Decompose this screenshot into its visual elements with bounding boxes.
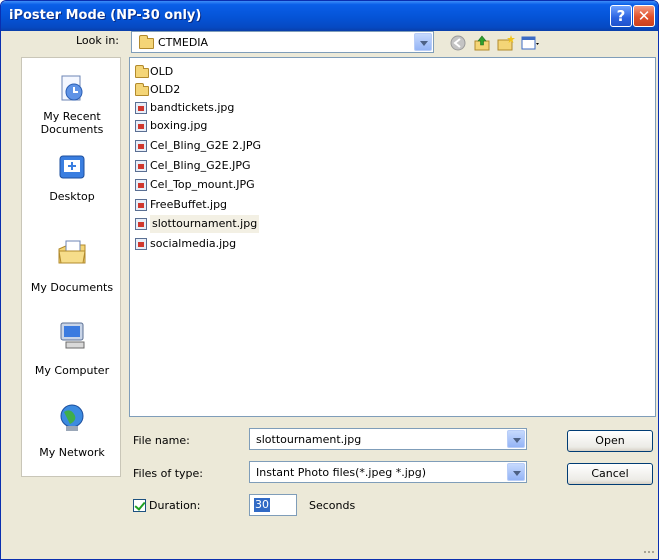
file-name: OLD — [150, 65, 174, 78]
file-open-dialog: iPoster Mode (NP-30 only) ? ✕ Look in: C… — [0, 0, 659, 560]
image-file-icon — [135, 102, 147, 114]
file-name-field[interactable]: slottournament.jpg — [249, 428, 527, 450]
new-folder-icon[interactable] — [497, 34, 515, 52]
place-label: My Documents — [30, 281, 114, 294]
open-button[interactable]: Open — [567, 430, 653, 452]
place-label: Desktop — [49, 190, 95, 203]
places-bar: My Recent Documents Desktop My Documents — [21, 57, 121, 477]
file-name: Cel_Bling_G2E 2.JPG — [150, 139, 261, 152]
place-my-recent-documents[interactable]: My Recent Documents — [22, 68, 122, 148]
files-of-type-dropdown[interactable]: Instant Photo files(*.jpeg *.jpg) — [249, 461, 527, 483]
chevron-down-icon[interactable] — [507, 463, 525, 481]
file-name: Cel_Bling_G2E.JPG — [150, 159, 251, 172]
image-file-icon — [135, 218, 147, 230]
my-documents-icon — [58, 240, 86, 264]
look-in-value: CTMEDIA — [158, 36, 209, 49]
my-network-icon — [60, 404, 84, 431]
back-icon[interactable] — [449, 34, 467, 52]
my-computer-icon — [60, 322, 85, 349]
place-my-documents[interactable]: My Documents — [22, 233, 122, 313]
place-label: My Recent Documents — [40, 110, 104, 136]
file-name: FreeBuffet.jpg — [150, 198, 228, 211]
navigation-toolbar — [449, 33, 559, 53]
image-file-icon — [135, 179, 147, 191]
desktop-icon — [59, 155, 85, 179]
file-name: OLD2 — [150, 83, 181, 96]
file-name: socialmedia.jpg — [150, 237, 237, 250]
file-name: Cel_Top_mount.JPG — [150, 178, 255, 191]
place-desktop[interactable]: Desktop — [22, 148, 122, 228]
file-name: bandtickets.jpg — [150, 101, 235, 114]
close-button[interactable]: ✕ — [633, 5, 655, 27]
folder-icon — [139, 35, 154, 49]
files-of-type-value: Instant Photo files(*.jpeg *.jpg) — [256, 466, 427, 479]
resize-grip[interactable] — [644, 545, 654, 555]
file-name-value: slottournament.jpg — [256, 433, 362, 446]
file-name: slottournament.jpg — [150, 215, 260, 233]
folder-icon — [135, 83, 149, 96]
duration-label: Duration: — [149, 499, 201, 512]
place-my-network[interactable]: My Network — [22, 398, 122, 478]
window-title: iPoster Mode (NP-30 only) — [9, 8, 202, 23]
up-folder-icon[interactable] — [473, 34, 491, 52]
seconds-label: Seconds — [309, 499, 356, 512]
image-file-icon — [135, 120, 147, 132]
folder-icon — [135, 65, 149, 78]
chevron-down-icon[interactable] — [414, 33, 432, 51]
place-label: My Network — [39, 446, 105, 459]
chevron-down-icon[interactable] — [507, 430, 525, 448]
look-in-dropdown[interactable]: CTMEDIA — [131, 31, 434, 53]
file-name: boxing.jpg — [150, 119, 208, 132]
help-button[interactable]: ? — [610, 5, 632, 27]
duration-input[interactable]: 30 — [249, 494, 297, 516]
image-file-icon — [135, 140, 147, 152]
image-file-icon — [135, 160, 147, 172]
title-bar[interactable]: iPoster Mode (NP-30 only) ? ✕ — [1, 1, 658, 31]
file-list-items: OLD OLD2 bandtickets.jpg boxing.jpg Cel_… — [129, 57, 656, 417]
files-of-type-label: Files of type: — [133, 467, 204, 480]
cancel-button[interactable]: Cancel — [567, 463, 653, 485]
look-in-label: Look in: — [76, 34, 119, 47]
image-file-icon — [135, 238, 147, 250]
place-my-computer[interactable]: My Computer — [22, 316, 122, 396]
recent-documents-icon — [61, 75, 83, 101]
image-file-icon — [135, 199, 147, 211]
duration-value: 30 — [254, 498, 270, 512]
place-label: My Computer — [34, 364, 110, 377]
view-menu-icon[interactable] — [521, 34, 539, 52]
duration-checkbox[interactable] — [133, 499, 146, 512]
file-name-label: File name: — [133, 434, 190, 447]
